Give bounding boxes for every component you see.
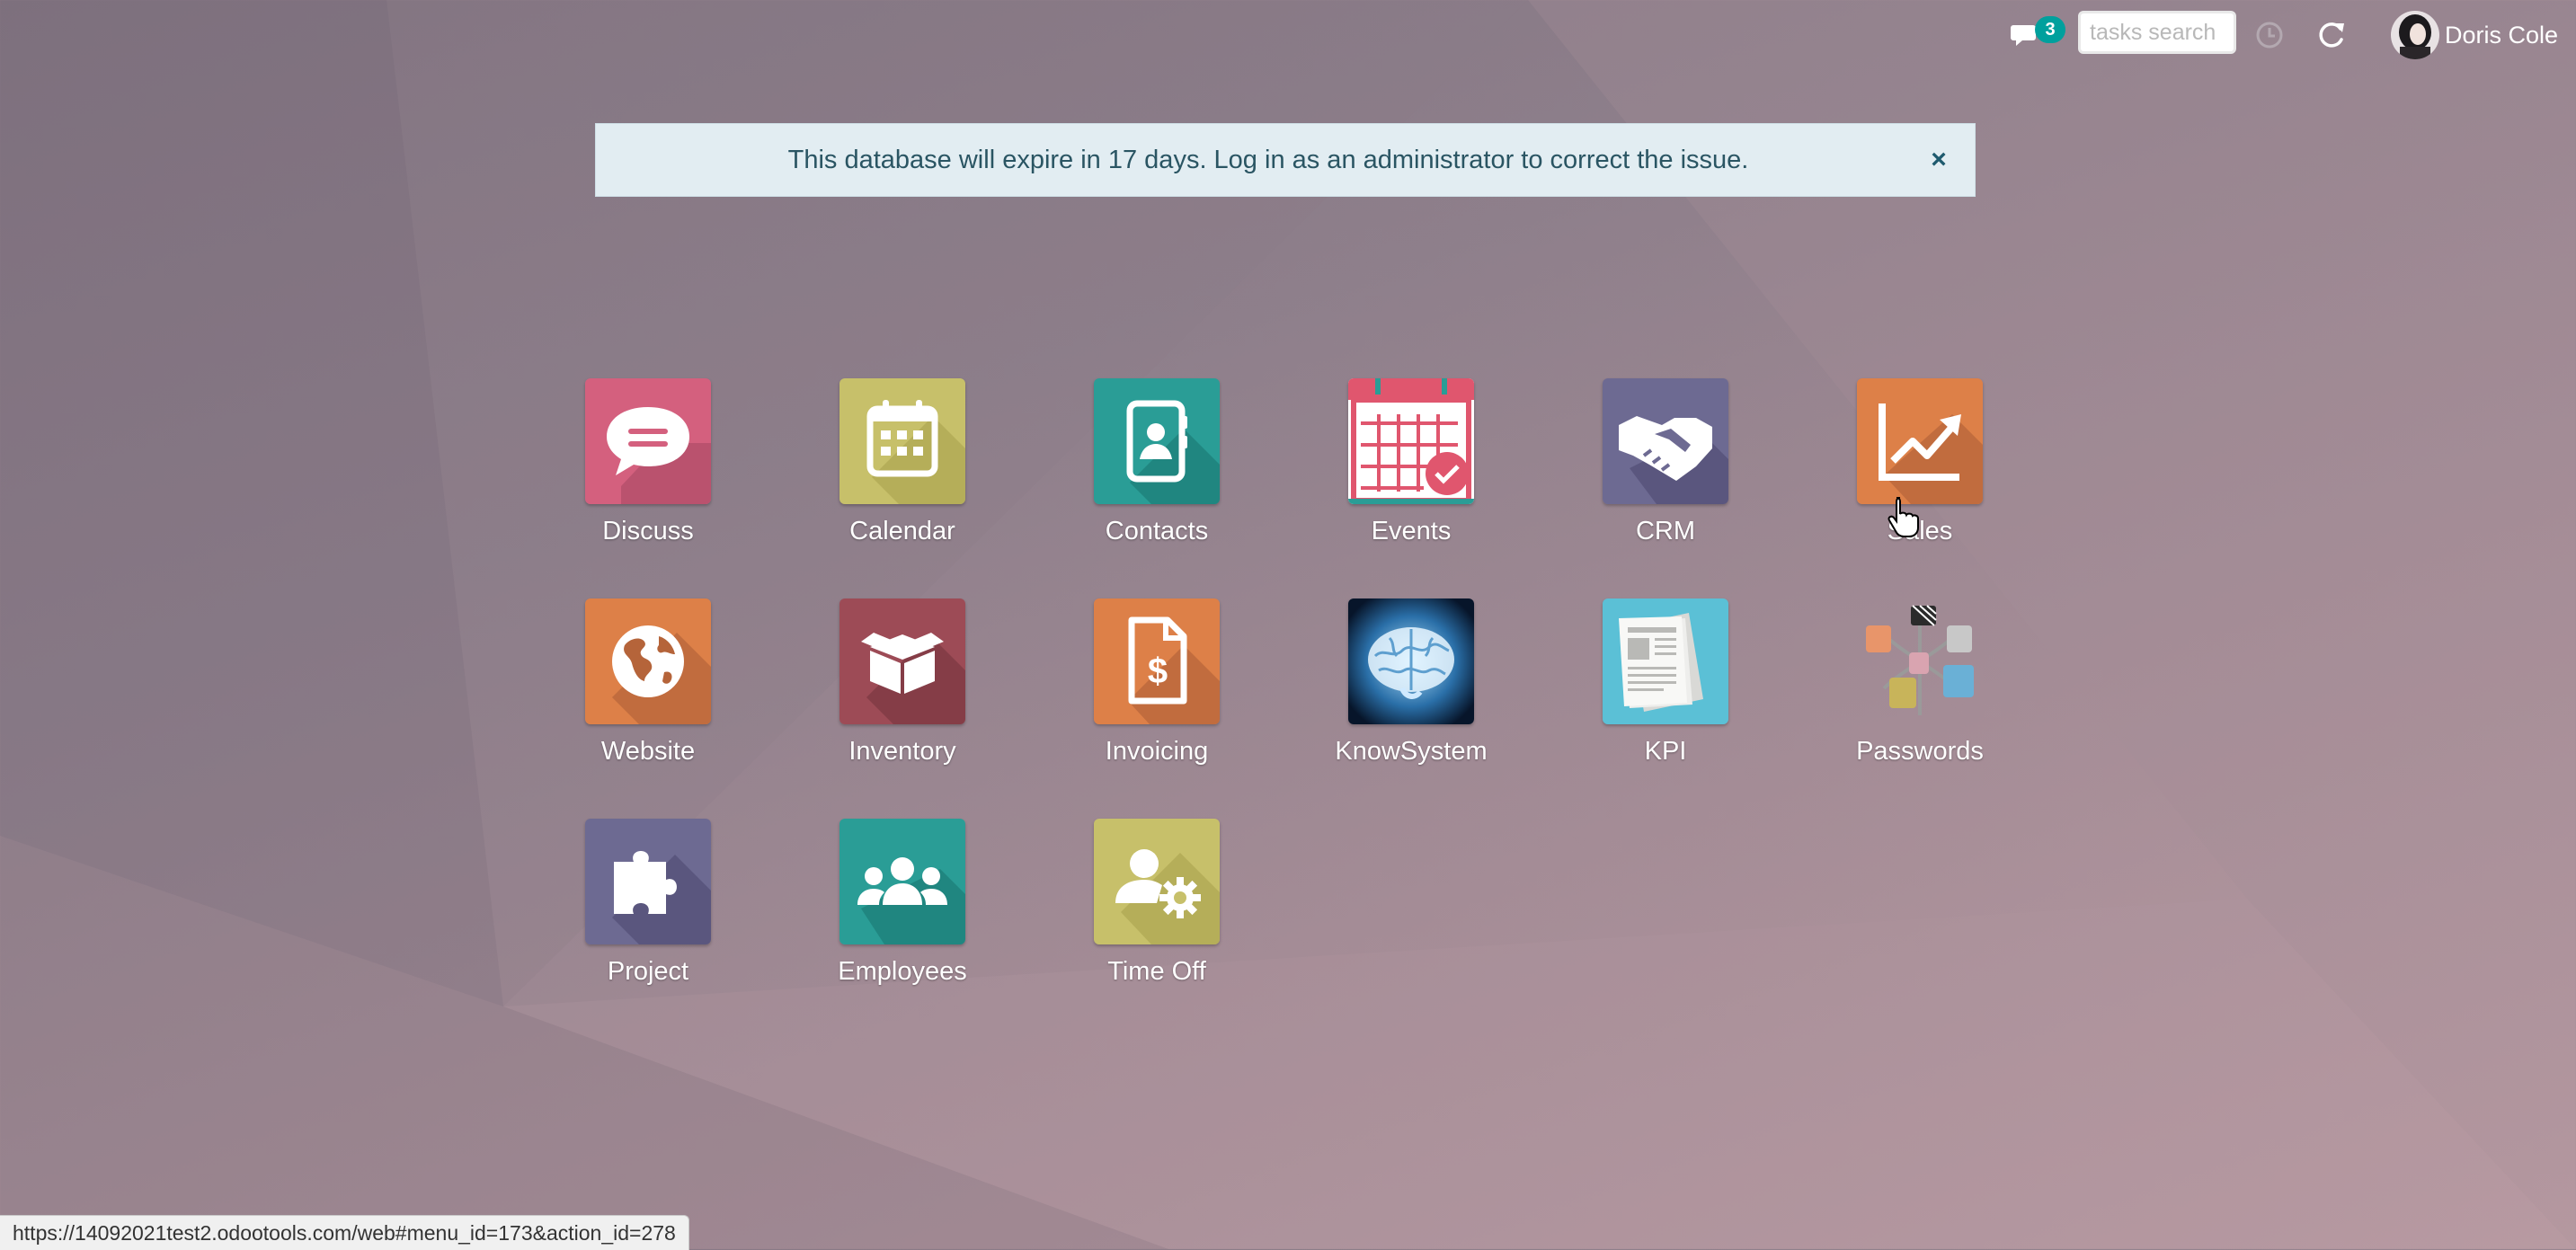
app-contacts[interactable]: Contacts	[1049, 378, 1265, 567]
app-time-off[interactable]: Time Off	[1049, 819, 1265, 1007]
sales-chart-icon	[1857, 378, 1983, 504]
project-puzzle-icon	[585, 819, 711, 944]
top-navbar: 3 Doris Cole	[0, 0, 2576, 72]
website-globe-icon	[585, 598, 711, 724]
refresh-icon[interactable]	[2314, 18, 2348, 52]
passwords-padlocks-icon	[1857, 598, 1983, 724]
app-label: Calendar	[849, 517, 955, 545]
app-label: Employees	[838, 957, 967, 986]
app-label: Discuss	[602, 517, 694, 545]
chat-counter-badge: 3	[2035, 16, 2065, 43]
app-crm[interactable]: CRM	[1558, 378, 1773, 567]
alert-close-button[interactable]: ×	[1921, 142, 1957, 178]
app-invoicing[interactable]: $ Invoicing	[1049, 598, 1265, 787]
browser-status-url: https://14092021test2.odootools.com/web#…	[0, 1215, 689, 1250]
hand-cursor-icon	[1888, 497, 1919, 537]
app-knowsystem[interactable]: KnowSystem	[1303, 598, 1519, 787]
crm-handshake-icon	[1603, 378, 1728, 504]
app-label: Passwords	[1856, 737, 1984, 766]
invoice-icon: $	[1094, 598, 1220, 724]
app-label: Project	[607, 957, 689, 986]
user-name[interactable]: Doris Cole	[2445, 20, 2558, 50]
app-kpi[interactable]: KPI	[1558, 598, 1773, 787]
app-calendar[interactable]: Calendar	[795, 378, 1010, 567]
contacts-icon	[1094, 378, 1220, 504]
discuss-icon	[585, 378, 711, 504]
app-sales[interactable]: Sales	[1812, 378, 2028, 567]
app-events[interactable]: Events	[1303, 378, 1519, 567]
app-label: Website	[600, 737, 696, 766]
app-passwords[interactable]: Passwords	[1812, 598, 2028, 787]
svg-text:$: $	[1148, 652, 1168, 691]
app-project[interactable]: Project	[540, 819, 756, 1007]
inventory-box-icon	[839, 598, 965, 724]
user-avatar[interactable]	[2391, 11, 2439, 59]
app-label: KnowSystem	[1335, 737, 1488, 766]
time-off-icon	[1094, 819, 1220, 944]
app-discuss[interactable]: Discuss	[540, 378, 756, 567]
app-label: KPI	[1644, 737, 1687, 766]
kpi-newspaper-icon	[1603, 598, 1728, 724]
app-label: Contacts	[1105, 517, 1209, 545]
app-label: Invoicing	[1105, 737, 1209, 766]
alert-message: This database will expire in 17 days. Lo…	[787, 146, 1749, 174]
tasks-search-input[interactable]	[2078, 11, 2236, 54]
clock-icon[interactable]	[2254, 20, 2285, 50]
brain-icon	[1348, 598, 1474, 724]
events-icon	[1348, 378, 1474, 504]
app-label: Events	[1371, 517, 1452, 545]
app-label: Inventory	[848, 737, 956, 766]
expiration-alert: This database will expire in 17 days. Lo…	[595, 123, 1976, 197]
app-employees[interactable]: Employees	[795, 819, 1010, 1007]
app-label: CRM	[1635, 517, 1696, 545]
calendar-icon	[839, 378, 965, 504]
app-website[interactable]: Website	[540, 598, 756, 787]
app-inventory[interactable]: Inventory	[795, 598, 1010, 787]
app-label: Time Off	[1107, 957, 1206, 986]
employees-group-icon	[839, 819, 965, 944]
app-label: Sales	[1887, 517, 1953, 545]
